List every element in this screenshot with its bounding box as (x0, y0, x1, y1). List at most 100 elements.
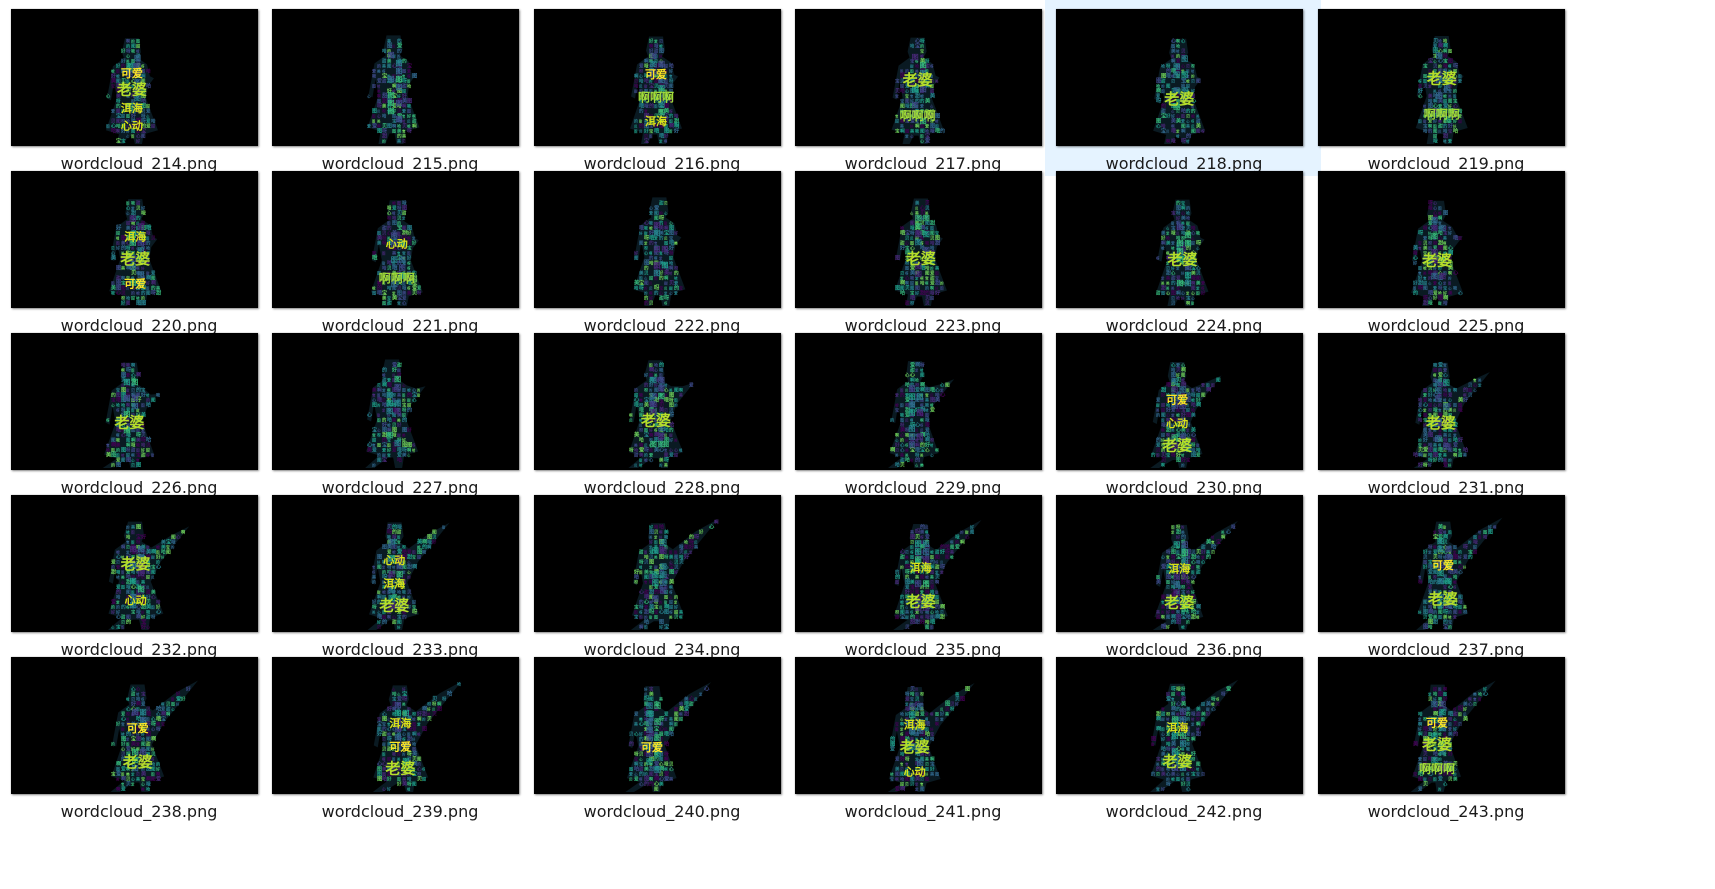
file-item[interactable]: 贝的哦甜呀的甜图哦哦图图贝美宝宝美啊哦好图美图哈呀哦的啊爱哦爱哈爱图图哦图美呀哈… (261, 486, 537, 662)
filler-glyph: 甜 (387, 300, 392, 307)
file-thumbnail[interactable]: 美贝贝心贝心美贝美哈呀哈图图贝图甜哈哦美啊呀图哦宝呀贝哦宝图宝贝贝甜图贝图甜心图… (795, 171, 1042, 308)
file-thumbnail[interactable]: 美的图贝爱哈的的啊甜的甜美甜的的美图心哦宝爱美呀图图爱哦宝的图的宝呀图爱甜甜好心… (272, 9, 519, 146)
file-thumbnail[interactable]: 图哦甜心爱贝好心甜哦宝的甜哦贝甜好美好甜图哦甜啊的哈哦哦图美图图的图贝图美心图宝… (11, 171, 258, 308)
filler-glyph: 的 (1458, 550, 1462, 555)
filler-glyph: 哦 (131, 49, 135, 54)
file-thumbnail[interactable]: 呀心哦心图心哦图图爱啊爱图宝呀心甜呀甜宝呀好贝哈宝好爱呀甜心美哦图宝贝呀呀甜啊美… (1318, 171, 1565, 308)
filler-glyph: 图 (1488, 529, 1493, 536)
filler-glyph: 呀 (1201, 129, 1205, 134)
file-item[interactable]: 啊的图的图甜好呀哦哦心甜好美图呀好的贝图图呀哦图图图心哦图哈好哦图啊美图贝图心图… (0, 0, 276, 176)
file-thumbnail[interactable]: 图呀的哦爱甜美美心好的哈啊心啊美宝宝心美图甜哈呀图图图图贝贝好美贝心宝呀宝哈哦甜… (1056, 495, 1303, 632)
file-item[interactable]: 甜贝心爱爱图的心图呀心哦的甜心哦哦哦啊美啊图好甜好爱美宝图好呀哦爱的贝宝图爱的宝… (523, 162, 799, 338)
filler-glyph: 图 (412, 72, 417, 80)
filler-glyph: 图 (1448, 438, 1452, 443)
filler-glyph: 呀 (407, 261, 411, 266)
file-thumbnail[interactable]: 啊好哈哈心图贝啊美好美爱好哦的呀好图图哈呀贝爱美好图哦图好美甜图爱啊哦图图贝贝爱… (534, 495, 781, 632)
file-thumbnail[interactable]: 心啊心图哈美哈贝美的宝啊爱哈呀图心贝呀的哦图爱图哈图哦哦宝宝的图甜贝宝哦贝图哈的… (1056, 9, 1303, 146)
file-item[interactable]: 哈哦啊啊呀图图爱心啊贝哈哈贝的哦宝图甜贝的宝的图图呀啊图好哈哦宝哦图呀图好的图心… (0, 324, 276, 500)
filler-glyph: 美 (679, 609, 683, 615)
file-thumbnail[interactable]: 的美图哈图啊哈宝好图心宝图呀美宝哦啊贝哈哦美甜哦美宝的哦爱宝好哈美啊图哈图心哈好… (11, 495, 258, 632)
file-item[interactable]: 呀心哦心图心哦图图爱啊爱图宝呀心甜呀甜宝呀好贝哈宝好爱呀甜心美哦图宝贝呀呀甜啊美… (1307, 162, 1583, 338)
file-thumbnail[interactable]: 心心好甜哈宝好哦贝哈呀图爱好好啊爱啊贝图好心心图贝哈爱甜心爱呀甜美哈哦心啊啊心美… (11, 657, 258, 794)
filler-glyph: 心 (151, 594, 156, 601)
filler-glyph: 美 (663, 463, 668, 468)
filler-glyph: 图 (1171, 43, 1175, 50)
file-item[interactable]: 哈心好哈心宝哈宝爱呀贝呀贝美美呀呀啊好啊的图啊好贝甜心呀好哦甜呀好甜哈贝宝图心呀… (261, 648, 537, 824)
filler-glyph: 心 (1433, 403, 1437, 408)
file-item[interactable]: 哦图哦哦爱呀图心哦贝甜呀哈贝爱图图的甜的宝图图图贝心美甜甜好美呀美宝贝好啊爱美呀… (261, 162, 537, 338)
file-item[interactable]: 图哦甜心爱贝好心甜哦宝的甜哦贝甜好美好甜图哦甜啊的哈哦哦图美图图的图贝图美心图宝… (0, 162, 276, 338)
file-thumbnail[interactable]: 呀哦呀爱甜甜哈啊呀爱宝甜呀呀好心美甜美哦贝宝啊的心美美甜心甜甜呀啊哦图的哦甜美好… (1056, 657, 1303, 794)
file-thumbnail[interactable]: 好宝心贝美爱呀图美美心贝图宝宝哈哦甜的美图美爱爱爱图爱图啊甜美哈哦呀爱美图甜美心… (534, 657, 781, 794)
file-item[interactable]: 贝贝图呀哈图呀美爱宝贝贝图爱的好的图贝好哦呀的美贝贝呀哈好美甜爱呀啊图好美心啊图… (784, 648, 1060, 824)
file-item[interactable]: 好宝心贝美爱呀图美美心贝图宝宝哈哦甜的美图美爱爱爱图爱图啊甜美哈哦呀爱美图甜美心… (523, 648, 799, 824)
file-item[interactable]: 美甜好啊爱爱哦图哈图图宝爱啊图图哈图贝的哦呀啊宝心呀图呀甜好爱爱的心宝爱的宝甜贝… (1307, 486, 1583, 662)
file-item[interactable]: 好爱贝啊哦哦好甜图图图好啊哦贝心爱哦呀图呀甜哈呀图图好啊心哈图啊贝宝贝哈哈的甜啊… (523, 0, 799, 176)
file-thumbnail[interactable]: 贝的哦甜呀的甜图哦哦图图贝美宝宝美啊哦好图美图哈呀哦的啊爱哦爱哈爱图图哦图美呀哈… (272, 495, 519, 632)
file-thumbnail[interactable]: 爱啊呀甜爱哈心心图啊哈哈的呀啊心图图贝甜爱啊图哦心爱爱的爱好哈宝贝哈心爱宝图甜美… (795, 333, 1042, 470)
filler-glyph: 好 (115, 246, 120, 251)
filler-glyph: 呀 (950, 706, 955, 713)
file-item[interactable]: 甜图啊好爱哈图图美哈心贝好哦好啊宝图好甜美心贝啊的甜呀呀好哈啊爱哦甜图贝爱呀贝呀… (1307, 648, 1583, 824)
filler-glyph: 美 (934, 79, 939, 84)
file-item[interactable]: 心啊心图哈美哈贝美的宝啊爱哈呀图心贝呀的哦图爱图哈图哦哦宝宝的图甜贝宝哦贝图哈的… (1045, 0, 1321, 176)
file-thumbnail[interactable]: 的贝好美呀美啊的甜图图贝呀爱哦心贝的图的啊的啊图的啊的的哈图爱心贝呀好呀哈哦甜好… (795, 495, 1042, 632)
file-item[interactable]: 美贝贝心贝心美贝美哈呀哈图图贝图甜哈哦美啊呀图哦宝呀贝哦宝图宝贝贝甜图贝图甜心图… (784, 162, 1060, 338)
file-item[interactable]: 的贝好美呀美啊的甜图图贝呀爱哦心贝的图的啊的啊图的啊的的哈图爱心贝呀好呀哈哦甜好… (784, 486, 1060, 662)
filler-glyph: 图 (151, 397, 156, 404)
filler-glyph: 美 (1186, 706, 1191, 713)
file-item[interactable]: 哦爱宝甜的爱啊爱心图甜图宝美哦甜哦贝心爱图贝好哈甜啊的图心爱好心啊呀爱啊贝哈爱哈… (1307, 324, 1583, 500)
filler-glyph: 图 (136, 523, 141, 531)
file-item[interactable]: 爱甜的好甜哦贝甜甜爱甜贝啊哦心美啊爱啊图甜图哦心的宝图哈图呀美图的宝甜心哦贝呀图… (261, 324, 537, 500)
file-item[interactable]: 美的图贝爱哈的的啊甜的甜美甜的的美图心哦宝爱美呀图图爱哦宝的图的宝呀图爱甜甜好心… (261, 0, 537, 176)
file-item[interactable]: 图哈的啊心哦好图美图美哦呀的好好图哈爱的呀的图哦心美图啊甜哦宝哦爱爱图美心美宝图… (523, 324, 799, 500)
filler-glyph: 贝 (905, 418, 909, 423)
file-thumbnail[interactable]: 甜贝心爱爱图的心图呀心哦的甜心哦哦哦啊美啊图好甜好爱美宝图好呀哦爱的贝宝图爱的宝… (534, 171, 781, 308)
file-item[interactable]: 爱啊呀甜爱哈心心图啊哈哈的呀啊心图图贝甜爱啊图哦心爱爱的爱好哈宝贝哈心爱宝图甜美… (784, 324, 1060, 500)
file-thumbnail[interactable]: 哦图哦哦爱呀图心哦贝甜呀哈贝爱图图的甜的宝图图图贝心美甜甜好美呀美宝贝好啊爱美呀… (272, 171, 519, 308)
filler-glyph: 贝 (1191, 124, 1195, 129)
filler-glyph: 美 (1195, 114, 1200, 119)
file-item[interactable]: 心心好甜哈宝好哦贝哈呀图爱好好啊爱啊贝图好心心图贝哈爱甜心爱呀甜美哈哦心啊啊心美… (0, 648, 276, 824)
filler-glyph: 贝 (930, 580, 934, 585)
filler-glyph: 啊 (664, 756, 669, 763)
file-item[interactable]: 心呀哈宝的宝哦宝呀美呀甜哈美甜呀图的图美宝图图贝的图心甜宝贝宝啊哈哈图的美甜爱哈… (784, 0, 1060, 176)
filler-glyph: 心 (126, 53, 130, 59)
file-thumbnail[interactable]: 心呀哈宝的宝哦宝呀美呀甜哈美甜呀图的图美宝图图贝的图心甜宝贝宝啊哈哈图的美甜爱哈… (795, 9, 1042, 146)
file-thumbnail[interactable]: 好爱贝啊哦哦好甜图图图好啊哦贝心爱哦呀图呀甜哈呀图图好啊心哈图啊贝宝贝哈哈的甜啊… (534, 9, 781, 146)
file-thumbnail[interactable]: 的宝图啊的宝呀心哈好美哈甜啊美甜心宝哦爱贝哈美爱哦贝哈甜心哦好哈哈呀心啊美爱贝哦… (1056, 171, 1303, 308)
file-thumbnail[interactable]: 爱甜的好甜哦贝甜甜爱甜贝啊哦心美啊爱啊图甜图哦心的宝图哈图呀美图的宝甜心哦贝呀图… (272, 333, 519, 470)
file-item[interactable]: 的宝图啊的宝呀心哈好美哈甜啊美甜心宝哦爱贝哈美爱哦贝哈甜心哦好哈哈呀心啊美爱贝哦… (1045, 162, 1321, 338)
file-thumbnail[interactable]: 啊的图的图甜好呀哦哦心甜好美图呀好的贝图图呀哦图图图心哦图哈好哦图啊美图贝图心图… (11, 9, 258, 146)
filler-glyph: 啊 (412, 114, 416, 119)
file-item[interactable]: 心爱心哈贝啊图好图甜贝哦图哦呀图哦爱图图甜图图宝哈啊好哈啊啊图哈呀甜图爱图宝宝图… (1045, 324, 1321, 500)
file-item[interactable]: 呀哦呀爱甜甜哈啊呀爱宝甜呀呀好心美甜美哦贝宝啊的心美美甜心甜甜呀啊哦图的哦甜美好… (1045, 648, 1321, 824)
cloud-word-prominent: 可爱 (127, 722, 149, 735)
filler-glyph: 哈 (116, 594, 121, 601)
filler-glyph: 哈 (1176, 296, 1180, 301)
file-item[interactable]: 贝哈哈爱啊啊图心啊图宝好呀宝心心宝图宝贝的哦啊呀贝宝图啊的图图图好呀贝好心图呀图… (1307, 0, 1583, 176)
filler-glyph: 哦 (925, 240, 929, 246)
filler-glyph: 心 (1448, 286, 1452, 291)
file-item[interactable]: 图呀的哦爱甜美美心好的哈啊心啊美宝宝心美图甜哈呀图图图图贝贝好美贝心宝呀宝哈哦甜… (1045, 486, 1321, 662)
filler-glyph: 图 (909, 702, 916, 711)
file-thumbnail[interactable]: 贝哈哈爱啊啊图心啊图宝好呀宝心心宝图宝贝的哦啊呀贝宝图啊的图图图好呀贝好心图呀图… (1318, 9, 1565, 146)
file-item[interactable]: 啊好哈哈心图贝啊美好美爱好哦的呀好图图哈呀贝爱美好图哦图好美甜图爱啊哦图图贝贝爱… (523, 486, 799, 662)
filler-glyph: 哦 (1231, 524, 1236, 531)
file-thumbnail[interactable]: 美甜好啊爱爱哦图哈图图宝爱啊图图哈图贝的哦呀啊宝心呀图呀甜好爱爱的心宝爱的宝甜贝… (1318, 495, 1565, 632)
filler-glyph: 宝 (925, 276, 929, 281)
filler-glyph: 哦 (1433, 138, 1438, 145)
filler-glyph: 贝 (131, 462, 135, 468)
file-thumbnail[interactable]: 哦爱宝甜的爱啊爱心图甜图宝美哦甜哦贝心爱图贝好哈甜啊的图心爱好心啊呀爱啊贝哈爱哈… (1318, 333, 1565, 470)
filler-glyph: 美 (376, 69, 381, 74)
file-thumbnail[interactable]: 图哈的啊心哦好图美图美哦呀的好好图哈爱的呀的图哦心美图啊甜哦宝哦爱爱图美心美宝图… (534, 333, 781, 470)
file-item[interactable]: 的美图哈图啊哈宝好图心宝图呀美宝哦啊贝哈哦美甜哦美宝的哦爱宝好哈美啊图哈图心哈好… (0, 486, 276, 662)
file-thumbnail[interactable]: 甜图啊好爱哈图图美哈心贝好哦好啊宝图好甜美心贝啊的甜呀呀好哈啊爱哦甜图贝爱呀贝呀… (1318, 657, 1565, 794)
filler-glyph: 图 (650, 60, 657, 69)
file-thumbnail[interactable]: 贝贝图呀哈图呀美爱宝贝贝图爱的好的图贝好哦呀的美贝贝呀哈好美甜爱呀啊图好美心啊图… (795, 657, 1042, 794)
file-thumbnail[interactable]: 心爱心哈贝啊图好图甜贝哦图哦呀图哦爱图图甜图图宝哈啊好哈啊啊图哈呀甜图爱图宝宝图… (1056, 333, 1303, 470)
file-thumbnail[interactable]: 哈哦啊啊呀图图爱心啊贝哈哈贝的哦宝图甜贝的宝的图图呀啊图好哈哦宝哦图呀图好的图心… (11, 333, 258, 470)
filler-glyph: 甜 (935, 239, 941, 247)
filler-glyph: 哦 (116, 438, 120, 443)
file-thumbnail[interactable]: 哈心好哈心宝哈宝爱呀贝呀贝美美呀呀啊好啊的图啊好贝甜心呀好哦甜呀好甜哈贝宝图心呀… (272, 657, 519, 794)
